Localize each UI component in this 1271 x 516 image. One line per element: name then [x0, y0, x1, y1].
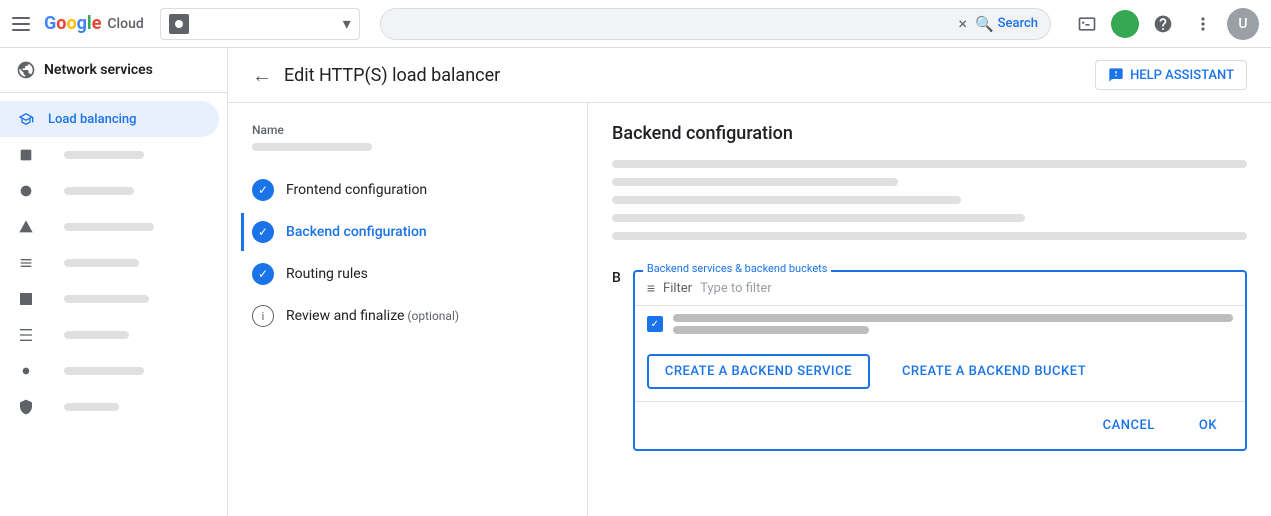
sidebar-item-3[interactable]: [0, 173, 219, 209]
help-icon-button[interactable]: [1147, 8, 1179, 40]
hamburger-menu[interactable]: [12, 12, 36, 36]
backend-title: Backend configuration: [612, 123, 1247, 144]
top-actions: U: [1071, 8, 1259, 40]
nav-icon-6: [16, 289, 36, 309]
search-clear-icon[interactable]: ×: [958, 14, 967, 33]
sidebar-item-load-balancing[interactable]: Load balancing: [0, 101, 219, 137]
search-icon: 🔍: [975, 15, 994, 33]
project-icon: [169, 14, 189, 34]
step-label-frontend: Frontend configuration: [286, 182, 427, 198]
sidebar-item-6[interactable]: [0, 281, 219, 317]
search-label: Search: [998, 16, 1038, 31]
search-bar: × 🔍 Search: [380, 8, 1051, 40]
sidebar-item-label: Load balancing: [48, 112, 137, 127]
name-label: Name: [252, 123, 563, 137]
name-field-placeholder: [252, 143, 372, 151]
step-label-routing: Routing rules: [286, 266, 368, 282]
sidebar-header: Network services: [0, 48, 227, 93]
main-layout: Network services Load balancing: [0, 48, 1271, 516]
row-bar-container: [673, 314, 1233, 334]
dropdown-row-1[interactable]: [635, 306, 1245, 342]
backend-panel: Backend configuration B Backend services…: [588, 103, 1271, 516]
help-assistant-label: HELP ASSISTANT: [1130, 68, 1234, 83]
user-avatar[interactable]: U: [1227, 8, 1259, 40]
load-balancing-icon: [16, 109, 36, 129]
sidebar-item-7[interactable]: [0, 317, 219, 353]
google-logo: Google: [44, 13, 101, 34]
placeholder-bar-1: [612, 160, 1247, 168]
nav-icon-5: [16, 253, 36, 273]
step-routing[interactable]: ✓ Routing rules: [252, 255, 563, 293]
cancel-button[interactable]: CANCEL: [1087, 410, 1171, 441]
back-button[interactable]: ←: [252, 63, 272, 88]
filter-row: ≡ Filter Type to filter: [635, 272, 1245, 306]
sidebar-header-label: Network services: [44, 62, 153, 78]
top-bar: Google Cloud ▾ × 🔍 Search U: [0, 0, 1271, 48]
placeholder-bar-4: [612, 214, 1025, 222]
page-title: Edit HTTP(S) load balancer: [284, 65, 1083, 86]
sidebar-item-4[interactable]: [0, 209, 219, 245]
nav-icon-9: [16, 397, 36, 417]
filter-icon: ≡: [647, 280, 655, 297]
backend-services-wrapper: B Backend services & backend buckets ≡ F…: [612, 260, 1247, 451]
placeholder-bar-5: [612, 232, 1247, 240]
step-check-frontend: ✓: [252, 179, 274, 201]
placeholder-bar-2: [612, 178, 898, 186]
step-backend[interactable]: ✓ Backend configuration: [241, 213, 563, 251]
row-bar-sub: [673, 326, 869, 334]
status-indicator: [1111, 10, 1139, 38]
placeholder-bar-3: [612, 196, 961, 204]
chevron-down-icon: ▾: [343, 14, 351, 33]
step-info-review: i: [252, 305, 274, 327]
dialog-footer: CANCEL OK: [635, 401, 1245, 449]
google-cloud-logo: Google Cloud: [44, 13, 144, 34]
step-label-review: Review and finalize (optional): [286, 308, 459, 324]
nav-icon-2: [16, 145, 36, 165]
step-frontend[interactable]: ✓ Frontend configuration: [252, 171, 563, 209]
sidebar-nav: Load balancing: [0, 93, 227, 433]
cloud-text: Cloud: [107, 16, 143, 32]
help-assistant-icon: [1108, 67, 1124, 83]
ok-button[interactable]: OK: [1183, 410, 1233, 441]
backend-services-section: Backend services & backend buckets ≡ Fil…: [633, 270, 1247, 451]
search-input[interactable]: [393, 16, 951, 32]
step-review[interactable]: i Review and finalize (optional): [252, 297, 563, 335]
sidebar-item-9[interactable]: [0, 389, 219, 425]
more-options-icon-button[interactable]: [1187, 8, 1219, 40]
nav-icon-4: [16, 217, 36, 237]
create-backend-service-button[interactable]: CREATE A BACKEND SERVICE: [647, 354, 870, 389]
step-list: ✓ Frontend configuration ✓ Backend confi…: [252, 171, 563, 335]
checkbox-item-1[interactable]: [647, 316, 663, 332]
network-services-icon: [16, 60, 36, 80]
field-label: Backend services & backend buckets: [643, 262, 832, 275]
action-buttons: CREATE A BACKEND SERVICE CREATE A BACKEN…: [635, 342, 1245, 401]
nav-icon-7: [16, 325, 36, 345]
project-selector[interactable]: ▾: [160, 8, 360, 40]
create-backend-bucket-button[interactable]: CREATE A BACKEND BUCKET: [886, 356, 1102, 387]
sidebar-item-5[interactable]: [0, 245, 219, 281]
name-section: Name: [252, 123, 563, 151]
filter-placeholder: Type to filter: [700, 281, 772, 296]
steps-panel: Name ✓ Frontend configuration ✓ Backend …: [228, 103, 588, 516]
help-assistant-button[interactable]: HELP ASSISTANT: [1095, 60, 1247, 90]
nav-icon-8: [16, 361, 36, 381]
row-bar-full: [673, 314, 1233, 322]
edit-area: Name ✓ Frontend configuration ✓ Backend …: [228, 103, 1271, 516]
sidebar: Network services Load balancing: [0, 48, 228, 516]
sidebar-item-2[interactable]: [0, 137, 219, 173]
step-check-backend: ✓: [252, 221, 274, 243]
b-label: B: [612, 260, 621, 286]
content-area: ← Edit HTTP(S) load balancer HELP ASSIST…: [228, 48, 1271, 516]
dropdown-container: ≡ Filter Type to filter: [633, 270, 1247, 451]
step-check-routing: ✓: [252, 263, 274, 285]
sidebar-item-8[interactable]: [0, 353, 219, 389]
step-label-backend: Backend configuration: [286, 224, 427, 240]
filter-text: Filter: [663, 281, 692, 296]
page-header: ← Edit HTTP(S) load balancer HELP ASSIST…: [228, 48, 1271, 103]
search-button[interactable]: 🔍 Search: [975, 15, 1038, 33]
terminal-icon-button[interactable]: [1071, 8, 1103, 40]
nav-icon-3: [16, 181, 36, 201]
